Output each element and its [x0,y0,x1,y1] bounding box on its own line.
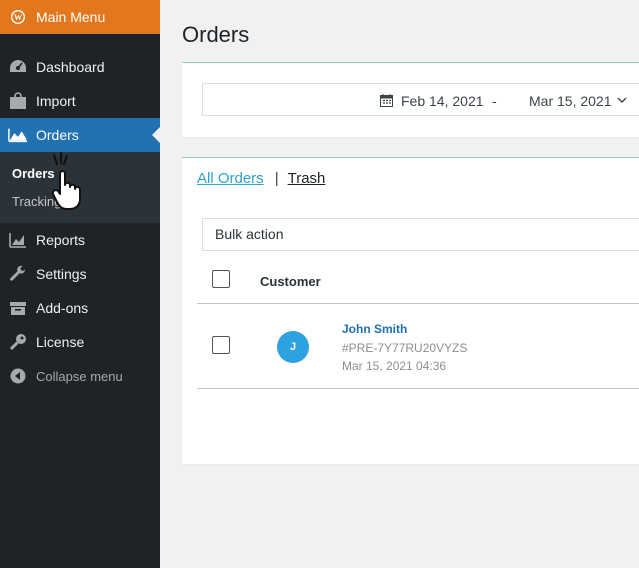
page-title: Orders [182,22,250,47]
wordpress-icon: W [11,10,25,24]
sidebar-item-settings[interactable]: Settings [0,257,160,291]
collapse-icon [8,366,28,386]
sidebar-item-license[interactable]: License [0,325,160,359]
row-checkbox[interactable] [212,336,230,354]
key-icon [8,332,28,352]
admin-sidebar: W Main Menu Dashboard Import Orders Orde… [0,0,160,568]
orders-submenu: Orders Tracking [0,152,160,223]
order-id: #PRE-7Y77RU20VYZS [342,341,468,355]
sidebar-item-label: Import [36,93,76,109]
select-all-checkbox[interactable] [212,270,230,288]
column-header-customer[interactable]: Customer [260,274,321,289]
customer-name-link[interactable]: John Smith [342,322,407,336]
collapse-menu-button[interactable]: Collapse menu [0,359,160,393]
main-menu-header[interactable]: W Main Menu [0,0,160,34]
sidebar-item-label: License [36,334,85,350]
box-icon [8,298,28,318]
date-range-picker[interactable]: Feb 14, 2021 - Mar 15, 2021 [202,83,639,116]
sidebar-item-label: Dashboard [36,59,105,75]
main-menu-label: Main Menu [36,9,106,25]
avatar: J [277,331,309,363]
bulk-action-select[interactable]: Bulk action [202,218,639,251]
sidebar-item-import[interactable]: Import [0,84,160,118]
date-from: Feb 14, 2021 [401,93,484,109]
reports-icon [8,230,28,250]
table-divider [197,303,639,304]
tab-trash[interactable]: Trash [288,170,326,187]
order-filter-tabs: All Orders | Trash [197,170,325,187]
tab-divider: | [274,170,279,187]
orders-list-card: All Orders | Trash Bulk action Customer J … [182,157,639,464]
sidebar-item-label: Settings [36,266,87,282]
calendar-icon [380,94,393,107]
sidebar-item-reports[interactable]: Reports [0,223,160,257]
wrench-icon [8,264,28,284]
bag-icon [8,91,28,111]
submenu-item-tracking[interactable]: Tracking [12,194,61,209]
sidebar-item-addons[interactable]: Add-ons [0,291,160,325]
tab-all-orders[interactable]: All Orders [197,170,264,187]
date-separator: - [492,93,497,109]
gauge-icon [8,57,28,77]
sidebar-item-label: Collapse menu [36,368,123,384]
sidebar-item-dashboard[interactable]: Dashboard [0,50,160,84]
svg-text:W: W [14,13,23,22]
sidebar-item-orders[interactable]: Orders [0,118,160,152]
chevron-down-icon [617,97,627,103]
sidebar-item-label: Reports [36,232,86,248]
date-to: Mar 15, 2021 [529,93,612,109]
order-date: Mar 15, 2021 04:36 [342,359,447,373]
chart-area-icon [8,125,28,145]
date-filter-card: Feb 14, 2021 - Mar 15, 2021 [182,62,639,137]
submenu-item-orders[interactable]: Orders [12,166,55,181]
table-divider [197,388,639,389]
sidebar-item-label: Add-ons [36,300,89,316]
sidebar-item-label: Orders [36,127,79,143]
